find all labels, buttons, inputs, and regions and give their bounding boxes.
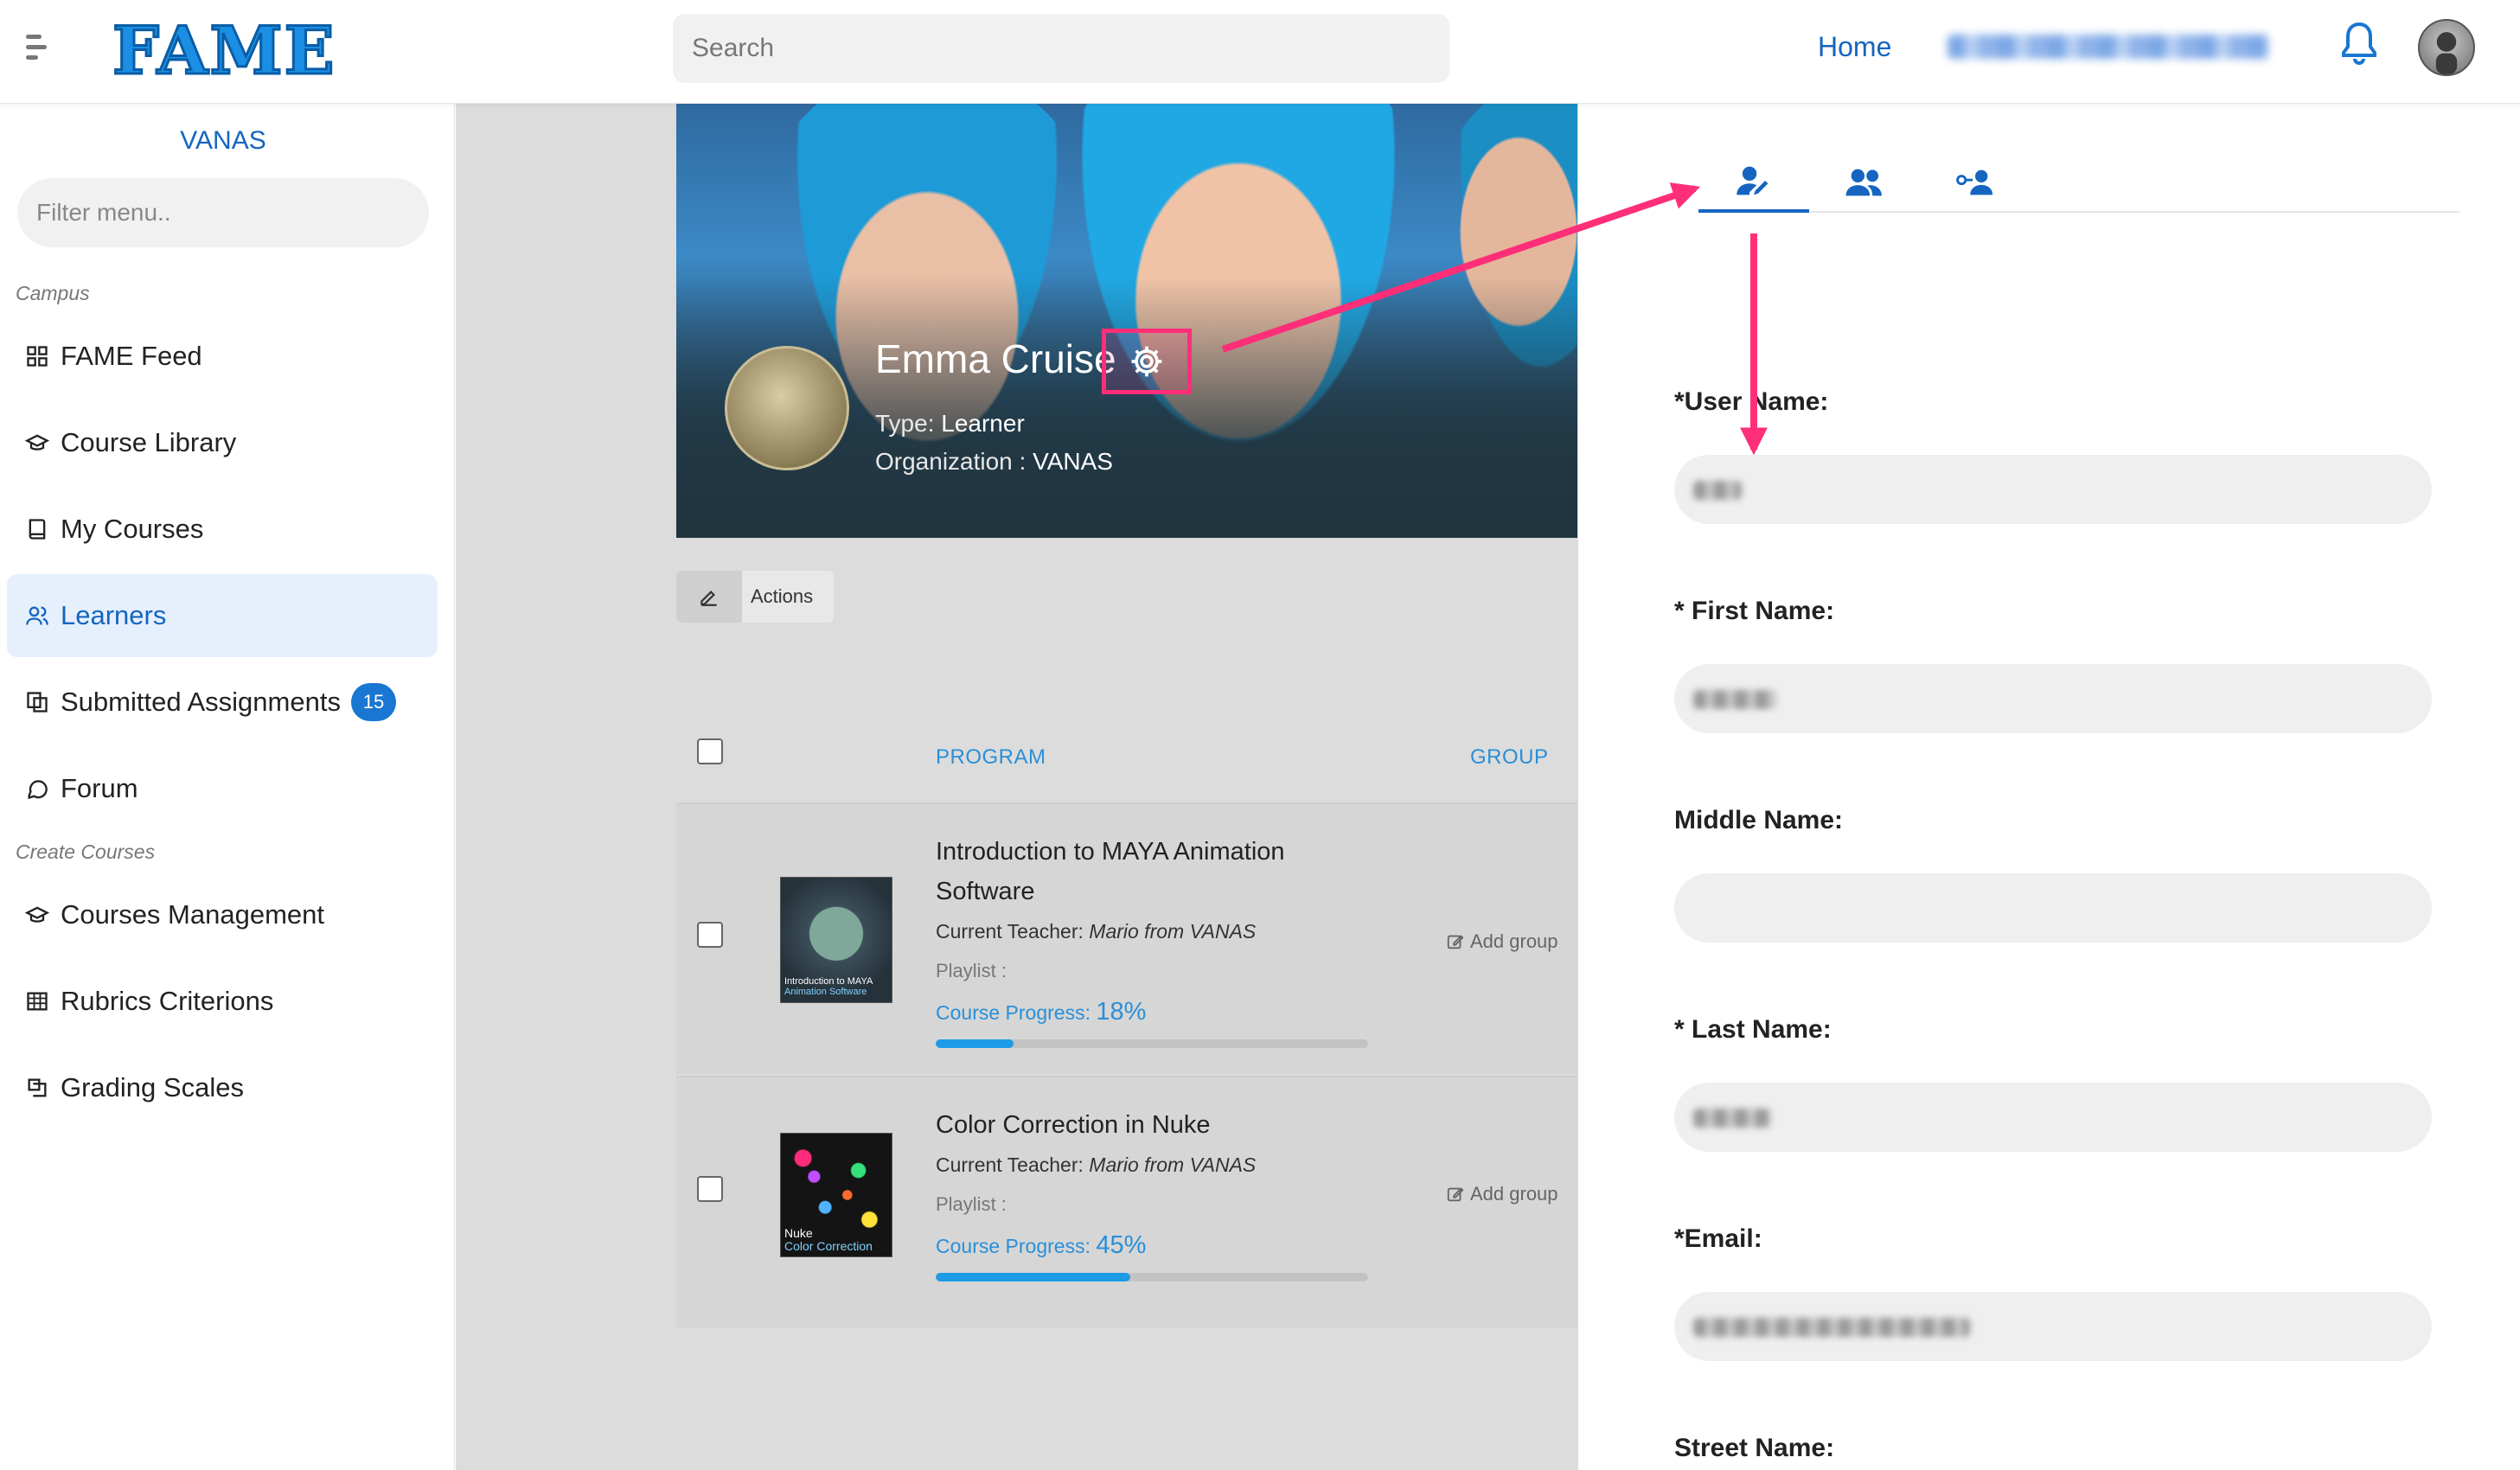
sidebar-item-label: Forum — [61, 773, 138, 803]
last-name-input[interactable] — [1674, 1083, 2432, 1152]
sidebar-item-my-courses[interactable]: My Courses — [7, 488, 438, 571]
course-teacher: Current Teacher: Mario from VANAS — [936, 920, 1257, 943]
column-header-group[interactable]: GROUP — [1470, 745, 1549, 770]
avatar[interactable] — [2418, 19, 2475, 76]
graduation-cap-icon — [24, 430, 50, 456]
thumb-caption: Color Correction — [784, 1239, 873, 1253]
add-group-button[interactable]: Add group — [1446, 930, 1558, 953]
count-badge: 15 — [350, 683, 396, 721]
username-input[interactable] — [1674, 455, 2432, 524]
course-playlist: Playlist : — [936, 960, 1007, 981]
profile-avatar — [725, 346, 849, 470]
edit-icon — [1447, 1187, 1464, 1202]
pencil-icon — [676, 571, 742, 623]
settings-gear-button[interactable] — [1102, 329, 1192, 394]
sidebar-item-forum[interactable]: Forum — [7, 747, 438, 830]
sidebar-item-submitted-assignments[interactable]: Submitted Assignments 15 — [7, 661, 438, 744]
sidebar-item-grading-scales[interactable]: Grading Scales — [7, 1046, 438, 1129]
thumb-caption: Nuke — [784, 1226, 813, 1240]
logo[interactable]: FAME — [112, 11, 336, 91]
gear-icon — [1131, 346, 1162, 377]
course-title[interactable]: Introduction to MAYA Animation Software — [936, 832, 1342, 911]
sidebar-item-learners[interactable]: Learners — [7, 574, 438, 657]
email-input[interactable] — [1674, 1292, 2432, 1361]
profile-type: Type: Learner — [875, 410, 1025, 437]
progress-fill — [936, 1273, 1130, 1281]
top-bar: FAME Home — [0, 0, 2520, 104]
thumb-caption: Introduction to MAYA — [784, 976, 873, 987]
progress-bar — [936, 1039, 1368, 1048]
sidebar-item-rubrics-criterions[interactable]: Rubrics Criterions — [7, 960, 438, 1043]
profile-tabs — [1698, 152, 2459, 213]
progress-fill — [936, 1039, 1014, 1048]
actions-label: Actions — [751, 585, 814, 607]
section-label-create-courses: Create Courses — [16, 840, 156, 863]
tab-edit-profile[interactable] — [1698, 152, 1809, 213]
select-all-checkbox[interactable] — [697, 738, 723, 764]
middle-name-label: Middle Name: — [1674, 806, 1844, 834]
table-icon — [24, 988, 50, 1014]
course-thumbnail[interactable]: Nuke Color Correction — [780, 1133, 892, 1257]
course-progress: Course Progress: 45% — [936, 1231, 1147, 1259]
course-title[interactable]: Color Correction in Nuke — [936, 1105, 1342, 1145]
chat-bubble-icon — [24, 776, 50, 802]
email-label: *Email: — [1674, 1224, 1762, 1253]
sidebar-item-label: Course Library — [61, 427, 237, 457]
course-progress: Course Progress: 18% — [936, 998, 1147, 1026]
book-icon — [24, 516, 50, 542]
grid-icon — [24, 343, 50, 369]
progress-bar — [936, 1273, 1368, 1281]
tab-groups[interactable] — [1809, 152, 1920, 213]
user-edit-icon — [1736, 166, 1768, 195]
row-checkbox[interactable] — [697, 922, 723, 948]
edit-icon — [1447, 935, 1464, 949]
users-icon — [1845, 169, 1882, 196]
edit-profile-panel — [1578, 104, 2520, 1470]
sidebar-item-label: Courses Management — [61, 899, 324, 930]
profile-name: Emma Cruise — [875, 336, 1116, 381]
middle-name-input[interactable] — [1674, 873, 2432, 943]
username-label: *User Name: — [1674, 387, 1829, 416]
street-name-label: Street Name: — [1674, 1434, 1835, 1462]
column-header-program[interactable]: PROGRAM — [936, 745, 1046, 770]
sidebar-item-label: Grading Scales — [61, 1072, 244, 1102]
sidebar-item-label: Submitted Assignments — [61, 687, 341, 717]
add-group-label: Add group — [1470, 1183, 1558, 1205]
sidebar-item-label: Rubrics Criterions — [61, 986, 274, 1016]
users-icon — [24, 603, 50, 629]
bell-icon[interactable] — [2338, 19, 2380, 67]
menu-icon[interactable] — [26, 35, 47, 66]
sidebar-item-label: My Courses — [61, 514, 204, 544]
sidebar-item-courses-management[interactable]: Courses Management — [7, 873, 438, 956]
org-name: VANAS — [180, 126, 266, 155]
sidebar-item-fame-feed[interactable]: FAME Feed — [7, 315, 438, 398]
course-thumbnail[interactable]: Introduction to MAYA Animation Software — [780, 877, 892, 1003]
search-input[interactable] — [673, 14, 1449, 83]
user-key-icon — [1956, 169, 1993, 195]
tab-user-access[interactable] — [1920, 152, 2031, 213]
course-teacher: Current Teacher: Mario from VANAS — [936, 1154, 1257, 1176]
thumb-caption: Animation Software — [784, 987, 867, 997]
assignment-icon — [24, 689, 50, 715]
sidebar-item-course-library[interactable]: Course Library — [7, 401, 438, 484]
actions-button[interactable]: Actions — [676, 571, 834, 623]
last-name-label: * Last Name: — [1674, 1015, 1832, 1044]
user-menu[interactable] — [1948, 35, 2269, 59]
add-group-button[interactable]: Add group — [1446, 1183, 1558, 1205]
graduation-cap-icon — [24, 902, 50, 928]
profile-organization: Organization : VANAS — [875, 448, 1113, 475]
filter-menu-input[interactable] — [17, 178, 429, 247]
scale-icon — [24, 1075, 50, 1101]
first-name-label: * First Name: — [1674, 597, 1835, 625]
profile-banner — [676, 104, 1577, 538]
first-name-input[interactable] — [1674, 664, 2432, 733]
sidebar-item-label: FAME Feed — [61, 341, 202, 371]
sidebar-item-label: Learners — [61, 600, 167, 630]
section-label-campus: Campus — [16, 282, 90, 304]
add-group-label: Add group — [1470, 930, 1558, 952]
course-playlist: Playlist : — [936, 1193, 1007, 1215]
row-checkbox[interactable] — [697, 1176, 723, 1202]
home-link[interactable]: Home — [1818, 31, 1891, 63]
